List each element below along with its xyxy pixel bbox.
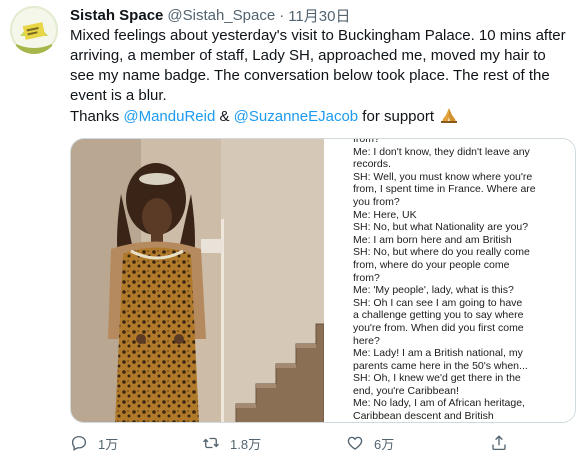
conversation-line: Me: I am born here and am British [353, 233, 512, 246]
conversation-line: SH: Oh I can see I am going to have [353, 296, 523, 309]
tweet-media[interactable]: from? Me: I don't know, they didn't leave… [70, 138, 576, 423]
tweet-thanks-line: Thanks @ManduReid & @SuzanneEJacob for s… [70, 106, 458, 130]
folded-hands-emoji-icon [440, 106, 458, 130]
conversation-line: here? [353, 334, 380, 347]
conversation-line: parents came here in the 50's when... [353, 359, 528, 372]
conversation-screenshot[interactable]: from? Me: I don't know, they didn't leave… [327, 139, 575, 423]
like-icon [347, 436, 363, 450]
share-button[interactable] [490, 432, 508, 454]
conversation-line: Caribbean descent and British [353, 410, 494, 423]
conversation-line: from? [353, 271, 380, 284]
reply-icon [71, 435, 87, 451]
conversation-line: from, I spent time in France. Where are [353, 183, 536, 196]
retweet-icon [203, 437, 219, 449]
conversation-text: from? Me: I don't know, they didn't leave… [353, 139, 567, 423]
conversation-line: records. [353, 158, 391, 171]
retweet-count: 1.8万 [230, 436, 262, 452]
ampersand: & [215, 108, 234, 125]
reply-count: 1万 [98, 436, 119, 452]
conversation-line: Me: Lady! I am a British national, my [353, 347, 523, 360]
mention-suzanneejacob[interactable]: @SuzanneEJacob [234, 108, 358, 125]
tweet: Sistah Space @Sistah_Space · 11月30日 Mixe… [0, 0, 576, 458]
tweet-actions: 1万 1.8万 6万 [70, 432, 570, 454]
conversation-line: Me: 'My people', lady, what is this? [353, 284, 514, 297]
conversation-line: a challenge getting you to say where [353, 309, 524, 322]
retweet-button[interactable]: 1.8万 [202, 432, 261, 454]
conversation-line: from, where do your people come [353, 258, 510, 271]
conversation-line: SH: Well, you must know where you're [353, 170, 533, 183]
header-separator: · [279, 6, 285, 24]
avatar[interactable] [10, 6, 58, 54]
conversation-line: Me: Here, UK [353, 208, 417, 221]
conversation-line: you from? [353, 195, 400, 208]
photo-woman-on-stairs[interactable] [71, 139, 324, 422]
conversation-line: you're from. When did you first come [353, 321, 524, 334]
conversation-line: SH: No, but what Nationality are you? [353, 221, 529, 234]
mention-mandureid[interactable]: @ManduReid [123, 108, 215, 125]
conversation-line: SH: No, but where do you really come [353, 246, 530, 259]
tweet-header: Sistah Space @Sistah_Space · 11月30日 [70, 5, 350, 25]
conversation-line: Me: I don't know, they didn't leave any [353, 145, 530, 158]
thanks-prefix: Thanks [70, 108, 124, 125]
thanks-suffix: for support [358, 108, 435, 125]
tweet-text: Mixed feelings about yesterday's visit t… [70, 27, 566, 104]
conversation-line: SH: Oh, I knew we'd get there in the [353, 372, 521, 385]
conversation-line: end, you're Caribbean! [353, 384, 459, 397]
user-handle[interactable]: @Sistah_Space [167, 7, 275, 24]
reply-button[interactable]: 1万 [70, 432, 118, 454]
conversation-line: from? [353, 139, 380, 145]
like-count: 6万 [374, 436, 395, 452]
share-icon [492, 435, 506, 451]
like-button[interactable]: 6万 [346, 432, 394, 454]
display-name[interactable]: Sistah Space [70, 7, 163, 24]
conversation-line: Me: No lady, I am of African heritage, [353, 397, 525, 410]
tweet-date[interactable]: 11月30日 [288, 5, 350, 26]
